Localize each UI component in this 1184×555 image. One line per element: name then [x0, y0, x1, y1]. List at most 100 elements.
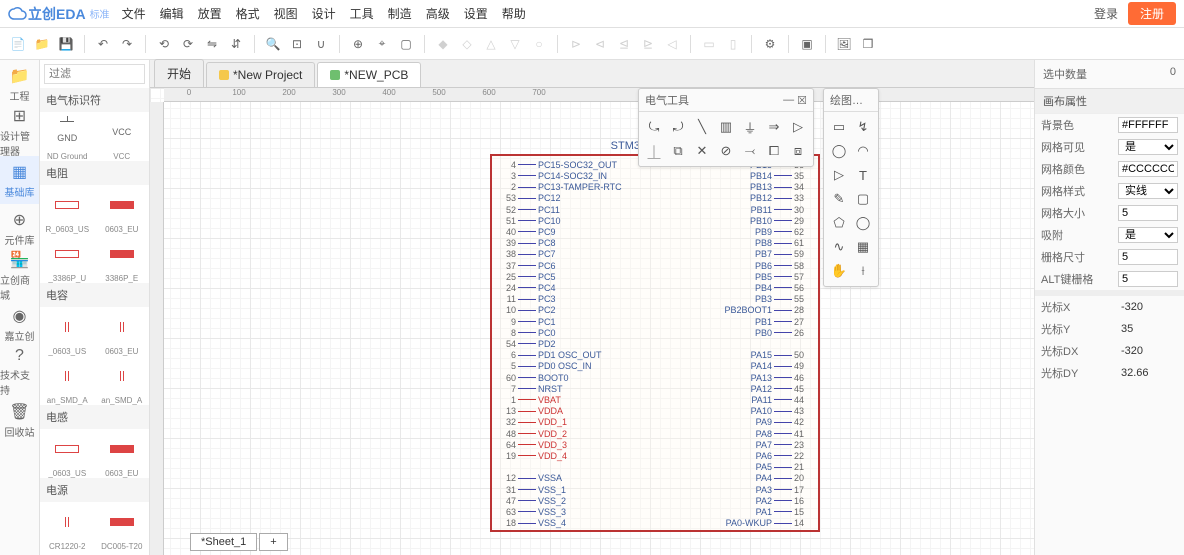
busrip-icon[interactable]: ⤙	[739, 140, 761, 162]
pin-row[interactable]: 24PC4PB456	[492, 283, 818, 292]
pin-row[interactable]: 54PD2	[492, 339, 818, 348]
pin-row[interactable]: 52PC11PB1130	[492, 205, 818, 214]
lib-item[interactable]	[95, 356, 150, 396]
pin-row[interactable]: 18VSS_4PA0-WKUP14	[492, 518, 818, 527]
circle-icon[interactable]: ◯	[828, 140, 850, 162]
vcc-icon[interactable]: ⏊	[643, 140, 665, 162]
nav-comp[interactable]: ⊕元件库	[0, 204, 39, 252]
lib-item[interactable]	[95, 502, 150, 542]
pin-row[interactable]: 10PC2PB2BOOT128	[492, 306, 818, 315]
pin-row[interactable]: 1VBATPA1144	[492, 395, 818, 404]
pin-row[interactable]: 6PD1 OSC_OUTPA1550	[492, 350, 818, 359]
lib-item[interactable]	[95, 234, 150, 274]
layers-icon[interactable]: ❒	[858, 34, 878, 54]
p1-icon[interactable]: ⊳	[566, 34, 586, 54]
pin-row[interactable]: 37PC6PB658	[492, 261, 818, 270]
t2-icon[interactable]: ◇	[457, 34, 477, 54]
t3-icon[interactable]: △	[481, 34, 501, 54]
menu-设置[interactable]: 设置	[464, 5, 488, 22]
text-icon[interactable]: T	[852, 164, 874, 186]
menu-高级[interactable]: 高级	[426, 5, 450, 22]
zoom-fit-icon[interactable]: ⊡	[287, 34, 307, 54]
open-icon[interactable]: 📁	[32, 34, 52, 54]
menu-制造[interactable]: 制造	[388, 5, 412, 22]
pin-row[interactable]: 25PC5PB557	[492, 272, 818, 281]
t1-icon[interactable]: ◆	[433, 34, 453, 54]
nav-lib[interactable]: ▦基础库	[0, 156, 39, 204]
nav-folder[interactable]: 📁工程	[0, 60, 39, 108]
settings-icon[interactable]: ⚙	[760, 34, 780, 54]
box-icon[interactable]: ▢	[396, 34, 416, 54]
lib-item[interactable]	[95, 307, 150, 347]
menu-文件[interactable]: 文件	[122, 5, 146, 22]
target-icon[interactable]: ⊕	[348, 34, 368, 54]
p5-icon[interactable]: ◁	[662, 34, 682, 54]
lib-item[interactable]	[40, 185, 95, 225]
rect-icon[interactable]: ▢	[852, 188, 874, 210]
nav-help[interactable]: ?技术支持	[0, 348, 39, 396]
electrical-toolbar[interactable]: 电气工具— ☒ ⤿ ⤾ ╲ ▥ ⏚ ⇒ ▷ ⏊ ⧉ ✕ ⊘ ⤙ ⧠ ⧈	[638, 88, 814, 167]
poly-icon[interactable]: ⬠	[828, 212, 850, 234]
menu-格式[interactable]: 格式	[236, 5, 260, 22]
gnd-icon[interactable]: ⏚	[739, 116, 761, 138]
prop-input[interactable]	[1118, 249, 1178, 265]
ic-icon[interactable]: ⧠	[763, 140, 785, 162]
net-icon[interactable]: ▥	[715, 116, 737, 138]
nav-design[interactable]: ⊞设计管理器	[0, 108, 39, 156]
junction-icon[interactable]: ✕	[691, 140, 713, 162]
prop-input[interactable]: 是	[1118, 139, 1178, 155]
port-icon[interactable]: ⧉	[667, 140, 689, 162]
menu-帮助[interactable]: 帮助	[502, 5, 526, 22]
label-icon[interactable]: ⇒	[763, 116, 785, 138]
pin-row[interactable]: 38PC7PB759	[492, 250, 818, 259]
t4-icon[interactable]: ▽	[505, 34, 525, 54]
pin-row[interactable]: 31VSS_1PA317	[492, 485, 818, 494]
add-sheet-button[interactable]: +	[259, 533, 287, 551]
pin-row[interactable]: 53PC12PB1233	[492, 194, 818, 203]
undo-icon[interactable]: ↶	[93, 34, 113, 54]
pin-row[interactable]: 2PC13-TAMPER-RTCPB1334	[492, 182, 818, 191]
pin-row[interactable]: 8PC0PB026	[492, 328, 818, 337]
pin-row[interactable]: 48VDD_2PA841	[492, 429, 818, 438]
pin-row[interactable]: 9PC1PB127	[492, 317, 818, 326]
p4-icon[interactable]: ⊵	[638, 34, 658, 54]
menu-工具[interactable]: 工具	[350, 5, 374, 22]
menu-编辑[interactable]: 编辑	[160, 5, 184, 22]
bezier-icon[interactable]: ∿	[828, 236, 850, 258]
crosshair-icon[interactable]: ⌖	[372, 34, 392, 54]
lib-item[interactable]: GND	[40, 112, 95, 152]
ellipse-icon[interactable]: ◯	[852, 212, 874, 234]
img-icon[interactable]: 🖼	[834, 34, 854, 54]
select-icon[interactable]: ▭	[828, 116, 850, 138]
prop-input[interactable]	[1118, 117, 1178, 133]
prop-input[interactable]: 是	[1118, 227, 1178, 243]
g1-icon[interactable]: ▭	[699, 34, 719, 54]
flip-v-icon[interactable]: ⇵	[226, 34, 246, 54]
lib-item[interactable]	[40, 234, 95, 274]
play-icon[interactable]: ▷	[828, 164, 850, 186]
pin-row[interactable]: 12VSSAPA420	[492, 474, 818, 483]
move-icon[interactable]: ↯	[852, 116, 874, 138]
library-filter-input[interactable]	[44, 64, 145, 84]
pin-row[interactable]: 11PC3PB355	[492, 294, 818, 303]
menu-设计[interactable]: 设计	[312, 5, 336, 22]
p3-icon[interactable]: ⊴	[614, 34, 634, 54]
signup-button[interactable]: 注册	[1128, 2, 1176, 25]
lib-item[interactable]	[95, 185, 150, 225]
flag-icon[interactable]: ▷	[787, 116, 809, 138]
new-icon[interactable]: 📄	[8, 34, 28, 54]
prop-input[interactable]: 实线	[1118, 183, 1178, 199]
bus-icon[interactable]: ⤾	[667, 116, 689, 138]
rotate-left-icon[interactable]: ⟲	[154, 34, 174, 54]
pin-row[interactable]: 64VDD_3PA723	[492, 440, 818, 449]
wire-icon[interactable]: ⤿	[643, 116, 665, 138]
lib-item[interactable]: VCC	[95, 112, 150, 152]
p2-icon[interactable]: ⊲	[590, 34, 610, 54]
schematic-canvas[interactable]: 0100200300400500600700 U1 STM32F103RBT6 …	[150, 88, 1034, 555]
pin-row[interactable]: 7NRSTPA1245	[492, 384, 818, 393]
nav-jlc[interactable]: ◉嘉立创	[0, 300, 39, 348]
prop-input[interactable]	[1118, 205, 1178, 221]
zoom-icon[interactable]: 🔍	[263, 34, 283, 54]
dim-icon[interactable]: ⟊	[852, 260, 874, 282]
component-stm32[interactable]: U1 STM32F103RBT6 4PC15-SOC32_OUTPB15363P…	[490, 128, 820, 532]
